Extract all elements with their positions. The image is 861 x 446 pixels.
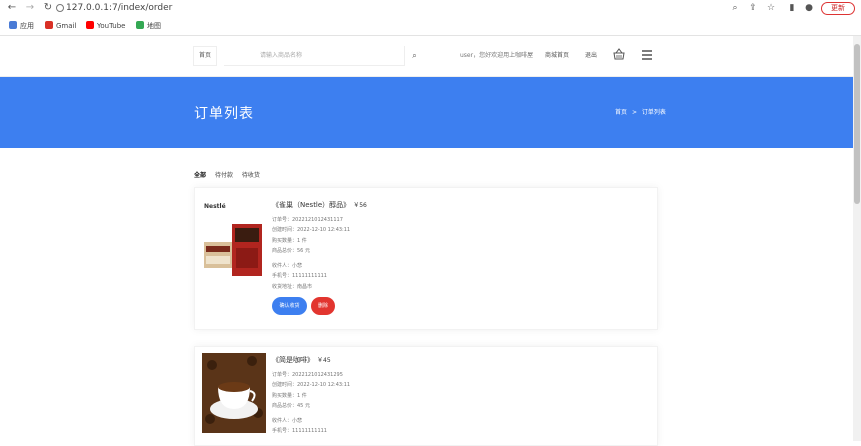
page-banner: 订单列表 首页 > 订单列表	[0, 77, 853, 148]
youtube-icon	[86, 21, 94, 29]
bookmark-label: YouTube	[97, 22, 126, 30]
order-number: 订单号：2022121012431117	[272, 217, 343, 223]
bookmark-apps[interactable]: 应用	[9, 20, 34, 32]
search-icon[interactable]: ⌕	[404, 46, 424, 66]
product-image-nestle: Nestlé	[202, 198, 266, 278]
receiver-name: 收件人：小悲	[272, 263, 303, 269]
product-price: ￥56	[353, 202, 367, 209]
search-input[interactable]	[224, 46, 404, 66]
order-total: 商品总价：56 元	[272, 248, 310, 254]
browser-toolbar: ← → ↻ 127.0.0.1:7/index/order ⌕ ⇪ ☆ ▮ ● …	[0, 0, 861, 17]
browser-chrome: ← → ↻ 127.0.0.1:7/index/order ⌕ ⇪ ☆ ▮ ● …	[0, 0, 861, 36]
profile-icon[interactable]: ●	[803, 2, 815, 14]
mall-home-link[interactable]: 商城首页	[545, 50, 569, 59]
brand-logo-text: Nestlé	[204, 203, 226, 210]
reload-icon[interactable]: ↻	[42, 2, 54, 14]
product-price: ￥45	[317, 357, 331, 364]
page-title: 订单列表	[194, 106, 254, 122]
order-time: 创建时间：2022-12-10 12:43:11	[272, 227, 351, 233]
receiver-name: 收件人：小悲	[272, 418, 303, 424]
breadcrumb-current: 订单列表	[641, 109, 666, 116]
back-icon[interactable]: ←	[6, 2, 18, 14]
order-card: Nestlé 《雀巢（Nestle）醇品》 ￥56 订单号：20221210124…	[194, 187, 658, 330]
product-name[interactable]: 《雀巢（Nestle）醇品》	[272, 201, 350, 209]
product-name[interactable]: 《简是咖啡》	[272, 356, 314, 364]
breadcrumb-home[interactable]: 首页	[615, 109, 627, 116]
user-greeting: user，您好欢迎用上咖啡屋	[460, 52, 534, 59]
bookmark-star-icon[interactable]: ☆	[765, 2, 777, 14]
home-link[interactable]: 首页	[193, 46, 217, 66]
bookmark-label: 应用	[20, 22, 34, 30]
receiver-address: 收货地址：南昌市	[272, 284, 313, 290]
order-time: 创建时间：2022-12-10 12:43:11	[272, 382, 351, 388]
order-card: 《简是咖啡》 ￥45 订单号：2022121012431295 创建时间：2022…	[194, 346, 658, 446]
order-quantity: 购买数量：1 件	[272, 393, 307, 399]
tab-pending-payment[interactable]: 待付款	[215, 170, 233, 179]
maps-icon	[136, 21, 144, 29]
scrollbar-thumb[interactable]	[854, 44, 860, 204]
hamburger-menu-icon[interactable]	[640, 48, 654, 62]
product-title: 《简是咖啡》 ￥45	[272, 355, 331, 365]
bookmarks-bar: 应用 Gmail YouTube 地图	[0, 19, 861, 33]
bookmark-maps[interactable]: 地图	[136, 20, 161, 32]
delete-order-button[interactable]: 删除	[311, 297, 335, 315]
confirm-receipt-button[interactable]: 确认收货	[272, 297, 307, 315]
order-total: 商品总价：45 元	[272, 403, 310, 409]
site-info-icon[interactable]	[56, 4, 64, 12]
breadcrumb-separator: >	[631, 109, 637, 116]
receiver-phone: 手机号：11111111111	[272, 428, 327, 434]
bookmark-label: Gmail	[56, 22, 77, 30]
receiver-phone: 手机号：11111111111	[272, 273, 327, 279]
zoom-icon[interactable]: ⌕	[729, 2, 741, 14]
order-quantity: 购买数量：1 件	[272, 238, 307, 244]
site-header: 首页 ⌕ user，您好欢迎用上咖啡屋 商城首页 退出	[0, 36, 853, 77]
page-scrollbar[interactable]	[853, 36, 861, 441]
tab-all[interactable]: 全部	[194, 170, 206, 179]
bookmark-youtube[interactable]: YouTube	[86, 20, 125, 32]
order-number: 订单号：2022121012431295	[272, 372, 343, 378]
gmail-icon	[45, 21, 53, 29]
bookmark-gmail[interactable]: Gmail	[45, 20, 76, 32]
sidebar-icon[interactable]: ▮	[786, 2, 798, 14]
address-bar[interactable]: 127.0.0.1:7/index/order	[66, 2, 172, 14]
forward-icon[interactable]: →	[24, 2, 36, 14]
tab-pending-receipt[interactable]: 待收货	[242, 170, 260, 179]
breadcrumb: 首页 > 订单列表	[615, 107, 666, 116]
product-title: 《雀巢（Nestle）醇品》 ￥56	[272, 200, 367, 210]
update-button[interactable]: 更新	[821, 2, 855, 15]
product-image-coffee-cup	[202, 353, 266, 433]
bookmark-label: 地图	[147, 22, 161, 30]
share-icon[interactable]: ⇪	[747, 2, 759, 14]
order-filter-tabs: 全部 待付款 待收货	[194, 170, 267, 179]
apps-grid-icon	[9, 21, 17, 29]
cart-basket-icon[interactable]	[612, 47, 626, 61]
logout-link[interactable]: 退出	[585, 50, 597, 59]
